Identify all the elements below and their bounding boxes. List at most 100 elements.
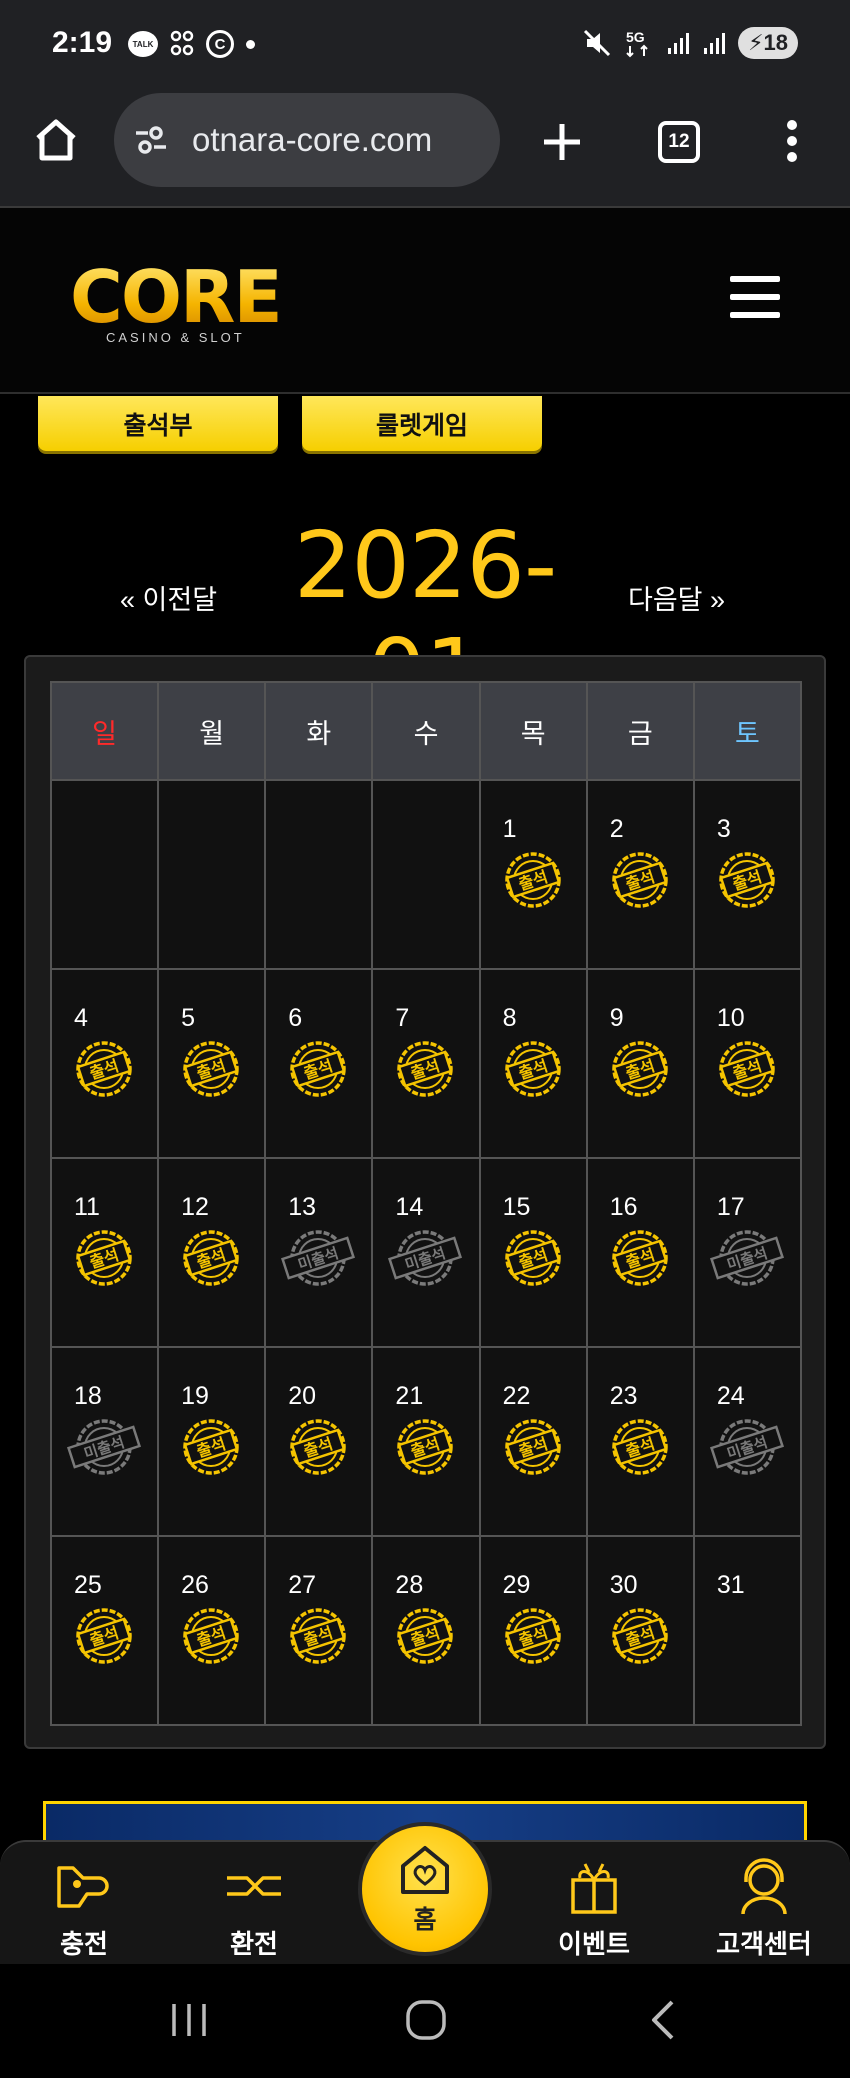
more-vert-icon[interactable] <box>784 118 800 164</box>
day-number: 10 <box>716 1004 745 1032</box>
day-number: 15 <box>502 1193 531 1221</box>
stamp-label: 출석 <box>516 867 550 894</box>
attended-stamp-icon: 출석 <box>504 852 561 908</box>
calendar-day-cell: 8 출석 <box>480 970 586 1157</box>
attended-stamp-icon: 출석 <box>397 1041 454 1097</box>
attended-stamp-icon: 출석 <box>504 1041 561 1097</box>
day-number: 22 <box>502 1382 531 1410</box>
attended-stamp-icon: 출석 <box>504 1608 561 1664</box>
stamp-label: 출석 <box>623 867 657 894</box>
plus-icon[interactable] <box>540 120 584 164</box>
calendar-day-cell: 21 출석 <box>373 1348 479 1535</box>
calendar-day-cell: 6 출석 <box>266 970 372 1157</box>
day-number: 6 <box>288 1004 303 1032</box>
attended-stamp-icon: 출석 <box>504 1419 561 1475</box>
calendar-empty-cell <box>266 781 372 968</box>
stamp-label: 출석 <box>409 1434 443 1461</box>
address-bar[interactable]: otnara-core.com <box>114 93 500 187</box>
exchange-icon <box>227 1876 281 1896</box>
nav-charge[interactable]: 충전 <box>24 1858 144 1961</box>
battery-indicator: ⚡18 <box>738 27 798 59</box>
calendar-day-cell: 17 미출석 <box>694 1159 800 1346</box>
day-number: 31 <box>716 1571 745 1599</box>
attended-stamp-icon: 출석 <box>611 1608 668 1664</box>
charge-icon <box>57 1866 109 1908</box>
day-number: 11 <box>74 1193 100 1221</box>
nav-support[interactable]: 고객센터 <box>704 1858 824 1961</box>
c-app-icon: C <box>206 30 234 58</box>
stamp-label: 출석 <box>194 1056 228 1083</box>
calendar-day-cell: 31 <box>694 1537 800 1724</box>
tab-switcher-button[interactable]: 12 <box>658 121 700 163</box>
day-number: 9 <box>609 1004 624 1032</box>
day-number: 29 <box>502 1571 531 1599</box>
attended-stamp-icon: 출석 <box>611 852 668 908</box>
attended-stamp-icon: 출석 <box>290 1041 347 1097</box>
absent-stamp-icon: 미출석 <box>709 1230 784 1286</box>
attended-stamp-icon: 출석 <box>183 1608 239 1664</box>
day-number: 27 <box>288 1571 317 1599</box>
day-number: 18 <box>74 1382 102 1410</box>
stamp-label: 출석 <box>623 1056 657 1083</box>
attended-stamp-icon: 출석 <box>183 1230 239 1286</box>
calendar-day-cell: 25 출석 <box>52 1537 158 1724</box>
nav-event[interactable]: 이벤트 <box>534 1858 654 1961</box>
hamburger-icon[interactable] <box>730 276 780 318</box>
next-month-link[interactable]: 다음달 » <box>628 578 725 617</box>
prev-month-link[interactable]: « 이전달 <box>120 578 217 617</box>
calendar-day-cell: 26 출석 <box>159 1537 265 1724</box>
stamp-label: 출석 <box>301 1623 335 1650</box>
nav-charge-label: 충전 <box>60 1929 108 1959</box>
calendar-day-cell: 30 출석 <box>587 1537 693 1724</box>
home-heart-icon <box>401 1846 449 1894</box>
calendar-day-cell: 16 출석 <box>587 1159 693 1346</box>
calendar-day-cell: 13 미출석 <box>266 1159 372 1346</box>
back-icon[interactable] <box>648 1998 678 2042</box>
nav-exchange[interactable]: 환전 <box>194 1858 314 1961</box>
recent-apps-icon[interactable] <box>168 2000 210 2040</box>
attended-stamp-icon: 출석 <box>504 1230 561 1286</box>
attended-stamp-icon: 출석 <box>183 1041 239 1097</box>
weekday-header: 수 <box>373 683 479 779</box>
weekday-header: 월 <box>159 683 265 779</box>
calendar-day-cell: 9 출석 <box>587 970 693 1157</box>
more-notifications-dot <box>246 39 255 49</box>
day-number: 23 <box>609 1382 638 1410</box>
stamp-label: 출석 <box>516 1434 550 1461</box>
calendar-day-cell: 11 출석 <box>52 1159 158 1346</box>
home-icon[interactable] <box>32 116 80 164</box>
site-logo[interactable]: CORE CASINO & SLOT <box>70 261 290 352</box>
weekday-header: 일 <box>52 683 158 779</box>
home-button-icon[interactable] <box>404 1998 448 2042</box>
stamp-label: 출석 <box>623 1623 657 1650</box>
day-number: 26 <box>181 1571 209 1599</box>
day-number: 13 <box>288 1193 317 1221</box>
day-number: 8 <box>502 1004 517 1032</box>
battery-level: 18 <box>763 30 788 55</box>
day-number: 16 <box>609 1193 638 1221</box>
stamp-label: 출석 <box>194 1623 228 1650</box>
tune-icon[interactable] <box>134 125 168 155</box>
status-time: 2:19 <box>52 26 113 59</box>
calendar-day-cell: 24 미출석 <box>694 1348 800 1535</box>
nav-support-label: 고객센터 <box>716 1929 812 1959</box>
calendar-day-cell: 3 출석 <box>694 781 800 968</box>
calendar-day-cell: 1 출석 <box>480 781 586 968</box>
nav-home[interactable]: 홈 <box>358 1822 492 1956</box>
day-number: 2 <box>609 815 624 843</box>
day-number: 30 <box>609 1571 638 1599</box>
calendar-day-cell: 7 출석 <box>373 970 479 1157</box>
attended-stamp-icon: 출석 <box>719 852 775 908</box>
day-number: 21 <box>395 1382 424 1410</box>
kakaotalk-icon: TALK <box>128 31 158 57</box>
weekday-header: 목 <box>480 683 586 779</box>
calendar-day-cell: 4 출석 <box>52 970 158 1157</box>
day-number: 3 <box>716 815 731 843</box>
day-number: 19 <box>181 1382 209 1410</box>
calendar-grid: 일 월 화 수 목 금 토 1 출석 2 출석 3 출석 4 출석 5 출석 6 출석 7 출석 8 출석 9 출석 10 출석 11… <box>50 681 802 1726</box>
stamp-label: 출석 <box>409 1056 443 1083</box>
calendar-day-cell: 12 출석 <box>159 1159 265 1346</box>
tab-roulette[interactable]: 룰렛게임 <box>302 396 542 451</box>
tab-attendance[interactable]: 출석부 <box>38 396 278 451</box>
day-number: 17 <box>716 1193 745 1221</box>
